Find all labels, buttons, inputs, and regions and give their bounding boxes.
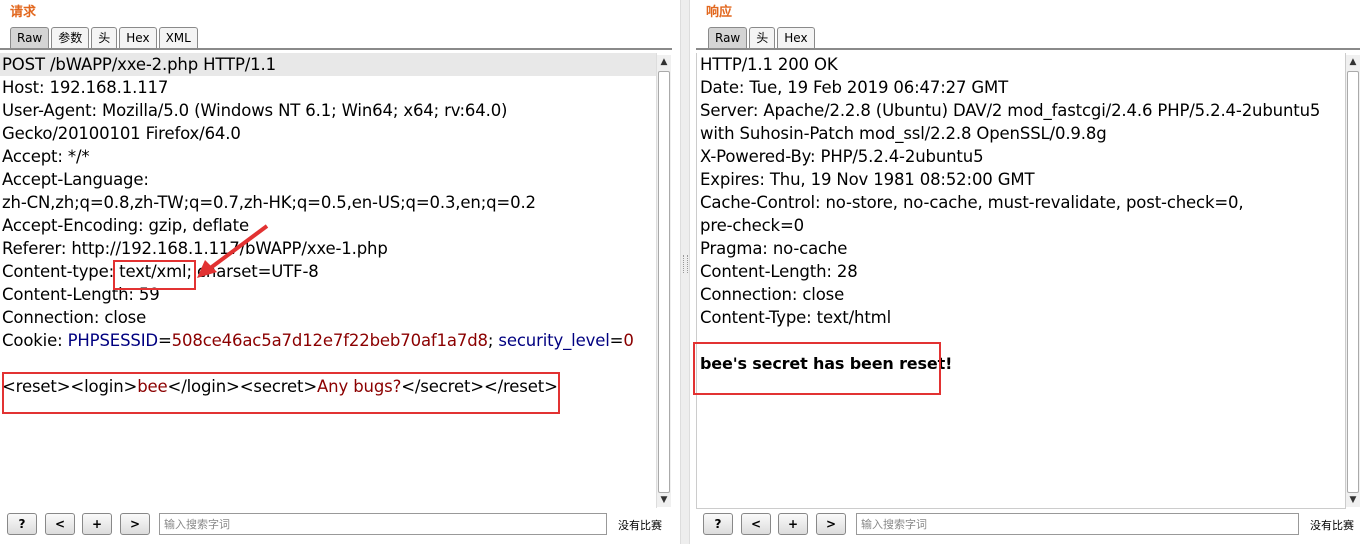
- cookie-value: 0: [623, 331, 634, 350]
- tab-hex[interactable]: Hex: [119, 27, 157, 48]
- response-tabs: Raw 头 Hex: [708, 27, 817, 49]
- request-pane: 请求 Raw 参数 头 Hex XML POST /bWAPP/xxe-2.ph…: [0, 0, 672, 544]
- cookie-eq: =: [609, 331, 624, 350]
- response-line: Date: Tue, 19 Feb 2019 06:47:27 GMT: [700, 78, 1009, 97]
- cookie-eq: =: [157, 331, 172, 350]
- request-tabs: Raw 参数 头 Hex XML: [10, 27, 200, 49]
- request-line: Host: 192.168.1.117: [2, 78, 169, 97]
- request-editor[interactable]: POST /bWAPP/xxe-2.php HTTP/1.1 Host: 192…: [0, 53, 657, 508]
- response-line: Pragma: no-cache: [700, 239, 848, 258]
- scroll-thumb[interactable]: [658, 71, 670, 493]
- request-line: Gecko/20100101 Firefox/64.0: [2, 124, 241, 143]
- prev-button[interactable]: <: [45, 513, 75, 535]
- request-search-bar: ? < + > 输入搜索字词 没有比赛: [0, 513, 672, 537]
- prev-button[interactable]: <: [741, 513, 771, 535]
- scroll-thumb[interactable]: [1347, 71, 1359, 493]
- match-count: 没有比赛: [1310, 519, 1354, 532]
- response-pane: 响应 Raw 头 Hex HTTP/1.1 200 OK Date: Tue, …: [693, 0, 1360, 544]
- xml-body-highlight: [2, 372, 560, 414]
- response-line: Content-Length: 28: [700, 262, 858, 281]
- request-line: Accept-Language:: [2, 170, 149, 189]
- tab-xml[interactable]: XML: [158, 27, 198, 48]
- request-line: Accept-Encoding: gzip, deflate: [2, 216, 249, 235]
- response-line: X-Powered-By: PHP/5.2.4-2ubuntu5: [700, 147, 984, 166]
- scroll-down-icon[interactable]: ▼: [1346, 493, 1360, 507]
- response-line: Server: Apache/2.2.8 (Ubuntu) DAV/2 mod_…: [700, 101, 1321, 120]
- response-editor[interactable]: HTTP/1.1 200 OK Date: Tue, 19 Feb 2019 0…: [696, 53, 1346, 509]
- response-line: Connection: close: [700, 285, 845, 304]
- response-line: Content-Type: text/html: [700, 308, 892, 327]
- add-button[interactable]: +: [778, 513, 808, 535]
- splitter-grip[interactable]: [683, 255, 688, 273]
- tab-underline: [696, 48, 1360, 50]
- help-button[interactable]: ?: [7, 513, 37, 535]
- tab-underline: [0, 48, 672, 50]
- tab-headers[interactable]: 头: [91, 27, 118, 48]
- request-title: 请求: [10, 5, 37, 20]
- arrow-icon: [197, 224, 269, 278]
- cookie-value: 508ce46ac5a7d12e7f22beb70af1a7d8: [171, 331, 488, 350]
- help-button[interactable]: ?: [703, 513, 733, 535]
- request-line: POST /bWAPP/xxe-2.php HTTP/1.1: [0, 53, 656, 76]
- tab-raw[interactable]: Raw: [708, 27, 748, 48]
- request-line: Accept: */*: [2, 147, 90, 166]
- content-type-highlight: [113, 260, 196, 290]
- request-line: Referer: http://192.168.1.117/bWAPP/xxe-…: [2, 239, 388, 258]
- scroll-up-icon[interactable]: ▲: [657, 55, 671, 69]
- cookie-sep: ;: [487, 331, 499, 350]
- request-line: Content-type: text/xml; charset=UTF-8: [2, 262, 319, 281]
- match-count: 没有比赛: [618, 519, 662, 532]
- cookie-line: Cookie: PHPSESSID=508ce46ac5a7d12e7f22be…: [0, 329, 656, 352]
- response-scrollbar[interactable]: ▲ ▼: [1346, 55, 1360, 507]
- scroll-up-icon[interactable]: ▲: [1346, 55, 1360, 69]
- cookie-name: PHPSESSID: [67, 331, 159, 350]
- next-button[interactable]: >: [816, 513, 846, 535]
- request-line: Connection: close: [2, 308, 147, 327]
- cookie-name: security_level: [498, 331, 610, 350]
- response-line: with Suhosin-Patch mod_ssl/2.2.8 OpenSSL…: [700, 124, 1107, 143]
- response-title: 响应: [706, 5, 733, 20]
- request-scrollbar[interactable]: ▲ ▼: [657, 55, 671, 507]
- response-line: pre-check=0: [700, 216, 804, 235]
- tab-params[interactable]: 参数: [51, 27, 90, 48]
- scroll-down-icon[interactable]: ▼: [657, 493, 671, 507]
- response-line: Expires: Thu, 19 Nov 1981 08:52:00 GMT: [700, 170, 1035, 189]
- response-search-bar: ? < + > 输入搜索字词 没有比赛: [696, 513, 1360, 537]
- search-input[interactable]: 输入搜索字词: [159, 513, 607, 535]
- add-button[interactable]: +: [82, 513, 112, 535]
- response-line: Cache-Control: no-store, no-cache, must-…: [700, 193, 1244, 212]
- request-line: Content-Length: 59: [2, 285, 160, 304]
- cookie-prefix: Cookie:: [2, 331, 68, 350]
- response-body-highlight: [693, 342, 941, 395]
- tab-hex[interactable]: Hex: [777, 27, 815, 48]
- response-line: HTTP/1.1 200 OK: [700, 55, 838, 74]
- request-line: zh-CN,zh;q=0.8,zh-TW;q=0.7,zh-HK;q=0.5,e…: [2, 193, 536, 212]
- next-button[interactable]: >: [120, 513, 150, 535]
- tab-raw[interactable]: Raw: [10, 27, 50, 48]
- tab-headers[interactable]: 头: [749, 27, 776, 48]
- pane-splitter[interactable]: [680, 0, 690, 544]
- search-input[interactable]: 输入搜索字词: [856, 513, 1299, 535]
- request-line: User-Agent: Mozilla/5.0 (Windows NT 6.1;…: [2, 101, 508, 120]
